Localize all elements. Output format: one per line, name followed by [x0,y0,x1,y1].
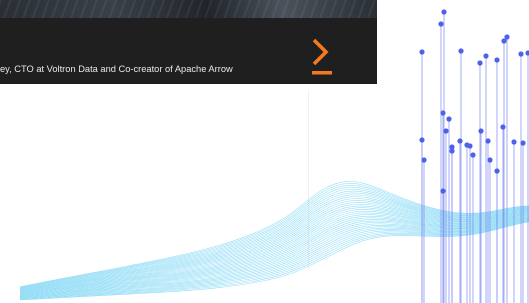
pin-node [446,116,452,122]
pin-node [487,157,493,163]
pin-stems [421,12,529,303]
promo-card-image [0,0,377,18]
pin-node [421,157,427,163]
pin-node [485,138,491,144]
pin-node [500,124,506,130]
pin-node [458,48,464,54]
pin-node [443,128,449,134]
pin-node [419,137,425,143]
pin-node [511,139,517,145]
pin-node [518,51,524,57]
wave-lines [19,181,529,301]
pin-node [440,110,446,116]
pin-node [470,152,476,158]
promo-next-button[interactable] [310,34,336,80]
promo-card[interactable]: ey, CTO at Voltron Data and Co-creator o… [0,0,377,84]
pin-node [494,57,500,63]
pin-node [467,143,473,149]
pin-nodes [419,9,529,194]
pin-node [494,168,500,174]
pin-node [504,34,510,40]
pin-node [457,138,463,144]
chevron-right-icon [312,38,332,75]
pin-node [438,21,444,27]
pin-node [441,9,447,15]
pin-node [478,128,484,134]
pin-node [440,188,446,194]
promo-card-caption: ey, CTO at Voltron Data and Co-creator o… [0,64,233,74]
pin-node [520,140,526,146]
pin-node [477,60,483,66]
pin-node [419,49,425,55]
pin-node [525,50,529,56]
pin-node [449,148,455,154]
pin-node [483,53,489,59]
